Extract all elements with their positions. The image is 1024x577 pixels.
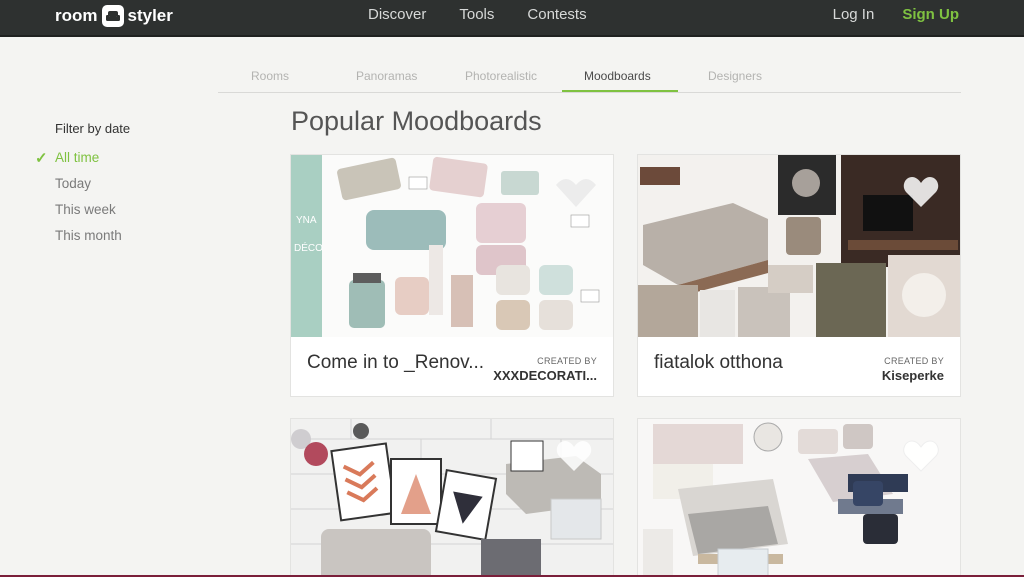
- filter-this-week[interactable]: This week: [55, 202, 116, 217]
- main-nav: Discover Tools Contests: [368, 0, 587, 29]
- moodboard-card[interactable]: YNA DÉCO Come in to _Renov... CREATED BY…: [290, 154, 614, 397]
- moodboard-card[interactable]: [290, 418, 614, 577]
- page-title: Popular Moodboards: [291, 106, 542, 136]
- side-text-deco: DÉCO: [294, 241, 323, 254]
- nav-discover[interactable]: Discover: [368, 6, 426, 23]
- checkmark-icon: ✓: [35, 150, 48, 167]
- nav-contests[interactable]: Contests: [527, 6, 586, 23]
- auth-links: Log In Sign Up: [833, 0, 959, 29]
- creator-name[interactable]: XXXDECORATI...: [493, 368, 597, 383]
- heart-icon[interactable]: [902, 175, 940, 209]
- top-navigation-bar: room styler Discover Tools Contests Log …: [0, 0, 1024, 37]
- signup-link[interactable]: Sign Up: [902, 6, 959, 23]
- login-link[interactable]: Log In: [833, 6, 875, 23]
- filter-all-time[interactable]: All time: [55, 150, 99, 165]
- tab-designers[interactable]: Designers: [708, 69, 762, 83]
- side-text-yna: YNA: [296, 215, 317, 226]
- created-by-label: CREATED BY: [537, 356, 597, 366]
- active-tab-indicator: [562, 90, 678, 92]
- roomstyler-logo[interactable]: room styler: [55, 3, 173, 29]
- sofa-icon: [101, 5, 124, 27]
- moodboard-card[interactable]: [637, 418, 961, 577]
- tab-photorealistic[interactable]: Photorealistic: [465, 69, 537, 83]
- filter-today[interactable]: Today: [55, 176, 91, 191]
- nav-tools[interactable]: Tools: [459, 6, 494, 23]
- tab-moodboards[interactable]: Moodboards: [584, 69, 651, 83]
- created-by-label: CREATED BY: [884, 356, 944, 366]
- moodboard-thumbnail[interactable]: YNA DÉCO: [291, 155, 613, 337]
- heart-icon[interactable]: [555, 439, 593, 473]
- card-title[interactable]: Come in to _Renov...: [307, 352, 484, 374]
- creator-name[interactable]: Kiseperke: [882, 368, 944, 383]
- moodboard-card[interactable]: fiatalok otthona CREATED BY Kiseperke: [637, 154, 961, 397]
- category-tabs: Rooms Panoramas Photorealistic Moodboard…: [218, 66, 961, 93]
- logo-text-styler: styler: [127, 6, 173, 25]
- filter-by-date-heading: Filter by date: [55, 121, 131, 136]
- filter-this-month[interactable]: This month: [55, 228, 122, 243]
- tab-panoramas[interactable]: Panoramas: [356, 69, 417, 83]
- logo-text-room: room: [55, 6, 98, 25]
- card-title[interactable]: fiatalok otthona: [654, 352, 783, 374]
- heart-icon[interactable]: [902, 439, 940, 473]
- tab-rooms[interactable]: Rooms: [251, 69, 289, 83]
